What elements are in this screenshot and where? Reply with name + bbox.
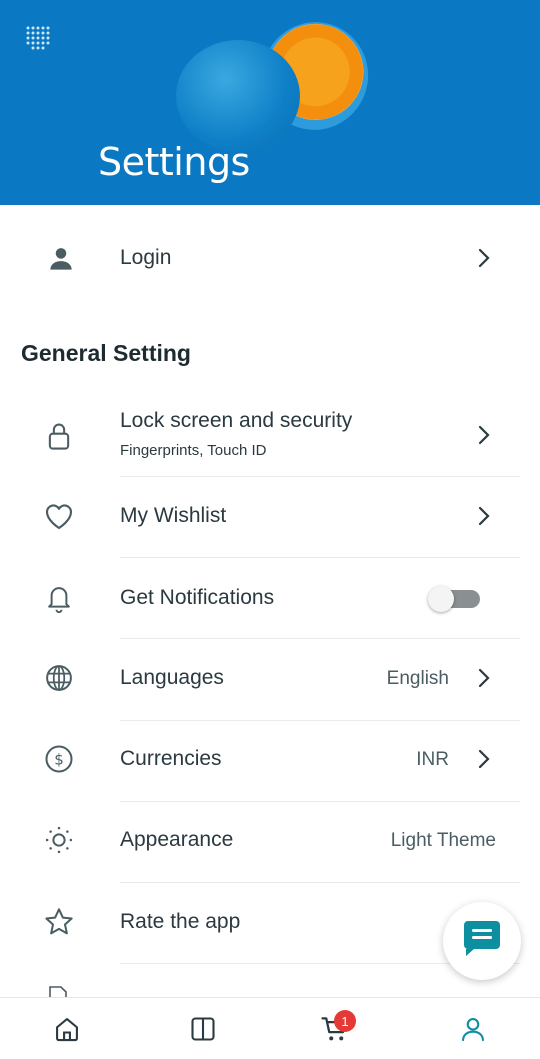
toggle-thumb <box>428 586 454 612</box>
rate-app-label: Rate the app <box>120 910 241 933</box>
header-banner: Settings <box>0 0 540 205</box>
globe-icon <box>42 661 76 695</box>
lock-icon <box>42 419 76 453</box>
languages-label: Languages <box>120 666 224 689</box>
chevron-right-icon <box>474 666 494 690</box>
appearance-value: Light Theme <box>390 830 496 851</box>
chevron-right-icon <box>474 423 494 447</box>
wishlist-label: My Wishlist <box>120 504 227 527</box>
lock-screen-subtitle: Fingerprints, Touch ID <box>120 442 267 459</box>
divider <box>120 882 520 883</box>
lock-screen-label: Lock screen and security <box>120 409 353 432</box>
settings-item-currencies[interactable]: $ Currencies INR <box>0 741 540 777</box>
notifications-label: Get Notifications <box>120 586 275 609</box>
cart-badge: 1 <box>334 1010 356 1032</box>
login-row[interactable]: Login <box>0 238 540 278</box>
orange-image <box>176 40 300 152</box>
notifications-toggle[interactable] <box>428 586 480 612</box>
nav-split-view[interactable] <box>188 1016 218 1046</box>
chat-fab[interactable] <box>443 902 521 980</box>
divider <box>120 638 520 639</box>
split-view-icon <box>189 1015 217 1048</box>
bottom-navigation: 1 <box>0 997 540 1059</box>
page-title: Settings <box>98 140 250 184</box>
chevron-right-icon <box>474 246 494 270</box>
languages-value: English <box>386 668 449 689</box>
chat-icon <box>460 919 504 964</box>
divider <box>120 801 520 802</box>
divider <box>120 476 520 477</box>
profile-icon <box>459 1015 487 1048</box>
dots-grid-icon[interactable] <box>24 24 52 52</box>
divider <box>120 557 520 558</box>
chevron-right-icon <box>474 747 494 771</box>
nav-profile[interactable] <box>458 1016 488 1046</box>
dollar-circle-icon: $ <box>42 742 76 776</box>
general-setting-heading: General Setting <box>21 340 191 366</box>
person-icon <box>44 242 78 276</box>
sun-icon <box>42 823 76 857</box>
login-label: Login <box>120 246 172 269</box>
settings-item-languages[interactable]: Languages English <box>0 660 540 696</box>
appearance-label: Appearance <box>120 828 234 851</box>
svg-text:$: $ <box>54 751 64 769</box>
settings-item-lock-screen[interactable]: Lock screen and security Fingerprints, T… <box>0 405 540 465</box>
heart-icon <box>42 499 76 533</box>
partial-row-icon <box>46 985 70 997</box>
currencies-value: INR <box>416 749 449 770</box>
settings-item-appearance[interactable]: Appearance Light Theme <box>0 822 540 858</box>
home-icon <box>53 1015 81 1048</box>
settings-item-wishlist[interactable]: My Wishlist <box>0 498 540 534</box>
nav-home[interactable] <box>52 1016 82 1046</box>
chevron-right-icon <box>474 504 494 528</box>
currencies-label: Currencies <box>120 747 222 770</box>
divider <box>120 720 520 721</box>
bell-icon <box>42 581 76 615</box>
star-icon <box>42 905 76 939</box>
